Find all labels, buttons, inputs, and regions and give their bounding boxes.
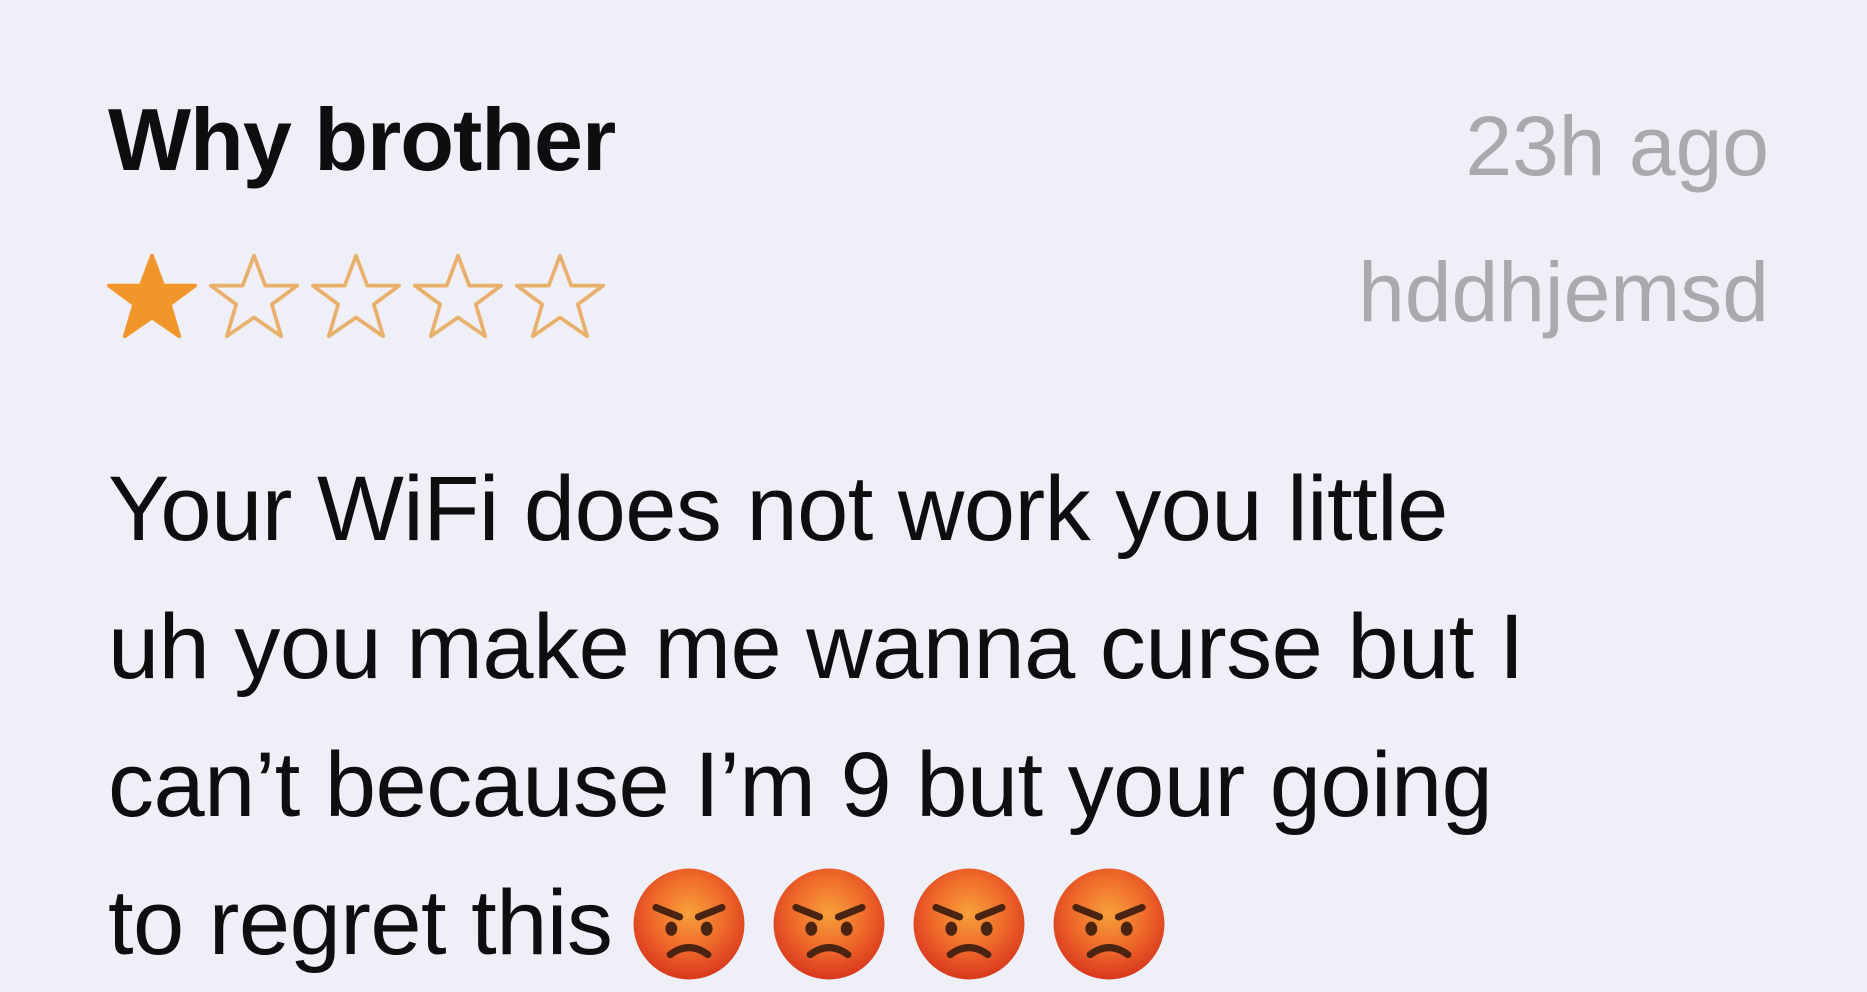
angry-face-icon xyxy=(773,868,885,980)
review-body-line-last: to regret this xyxy=(108,854,1798,992)
star-filled-icon xyxy=(107,253,197,339)
star-outline-icon xyxy=(413,253,503,339)
emoji-row xyxy=(630,865,1168,983)
review-body-line: Your WiFi does not work you little xyxy=(108,458,1448,560)
angry-face-icon xyxy=(913,868,1025,980)
star-rating xyxy=(104,250,608,340)
star-outline-icon xyxy=(209,253,299,339)
review-card: Why brother 23h ago hddhjemsd Your WiFi … xyxy=(0,0,1867,980)
review-title: Why brother xyxy=(108,90,616,189)
review-body: Your WiFi does not work you little uh yo… xyxy=(108,440,1798,992)
review-date: 23h ago xyxy=(1465,99,1769,193)
review-body-line: to regret this xyxy=(108,872,613,974)
star-outline-icon xyxy=(515,253,605,339)
angry-face-icon xyxy=(633,868,745,980)
review-body-line: uh you make me wanna curse but I xyxy=(108,596,1524,698)
review-author: hddhjemsd xyxy=(1358,245,1769,339)
review-body-line: can’t because I’m 9 but your going xyxy=(108,734,1493,836)
star-outline-icon xyxy=(311,253,401,339)
angry-face-icon xyxy=(1053,868,1165,980)
